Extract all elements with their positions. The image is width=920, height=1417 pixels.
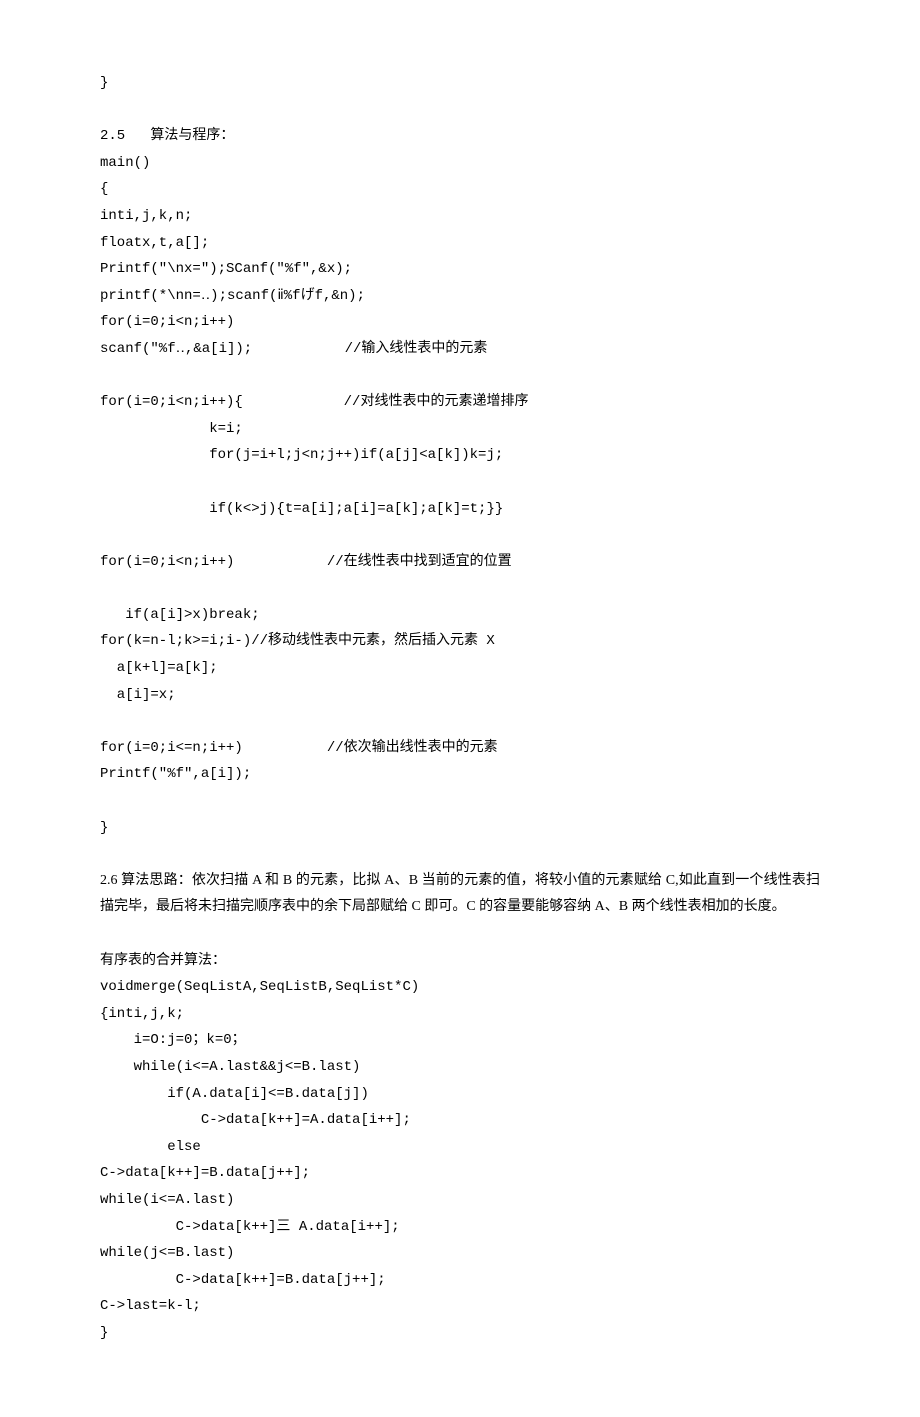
code-line: scanf("%f‥,&a[i]); //输入线性表中的元素 [100, 336, 820, 363]
code-line: while(j<=B.last) [100, 1240, 820, 1267]
code-line: for(i=0;i<n;i++) [100, 309, 820, 336]
code-line: else [100, 1134, 820, 1161]
code-line: for(j=i+l;j<n;j++)if(a[j]<a[k])k=j; [100, 442, 820, 469]
code-line: C->data[k++]三 A.data[i++]; [100, 1214, 820, 1241]
code-line: floatx,t,a[]; [100, 230, 820, 257]
code-line: C->last=k-l; [100, 1293, 820, 1320]
code-line: 2.5 算法与程序： [100, 123, 820, 150]
code-line: Printf("%f",a[i]); [100, 761, 820, 788]
code-line: if(a[i]>x)break; [100, 602, 820, 629]
code-line: while(i<=A.last&&j<=B.last) [100, 1054, 820, 1081]
code-line: while(i<=A.last) [100, 1187, 820, 1214]
blank-line [100, 522, 820, 549]
code-line: } [100, 1320, 820, 1347]
section-2-6-paragraph: 2.6 算法思路：依次扫描 A 和 B 的元素，比拟 A、B 当前的元素的值，将… [100, 868, 820, 921]
blank-line [100, 97, 820, 124]
code-line: for(i=0;i<n;i++){ //对线性表中的元素递增排序 [100, 389, 820, 416]
blank-line [100, 921, 820, 948]
code-line: main() [100, 150, 820, 177]
blank-line [100, 788, 820, 815]
section-2-6-heading: 2.6 算法思路： [100, 873, 192, 888]
code-line: C->data[k++]=B.data[j++]; [100, 1267, 820, 1294]
code-line: Printf("\nx=");SCanf("%f",&x); [100, 256, 820, 283]
blank-line [100, 708, 820, 735]
blank-line [100, 841, 820, 868]
code-line: printf(*\nn=‥);scanf(ⅱ%fげf,&n); [100, 283, 820, 310]
code-line: k=i; [100, 416, 820, 443]
code-line: a[i]=x; [100, 682, 820, 709]
blank-line [100, 469, 820, 496]
code-line: {inti,j,k; [100, 1001, 820, 1028]
code-line: 有序表的合并算法： [100, 948, 820, 975]
code-line: { [100, 176, 820, 203]
code-line: } [100, 70, 820, 97]
code-line: for(i=0;i<=n;i++) //依次输出线性表中的元素 [100, 735, 820, 762]
code-line: C->data[k++]=A.data[i++]; [100, 1107, 820, 1134]
code-line: C->data[k++]=B.data[j++]; [100, 1160, 820, 1187]
section-2-6-text: 依次扫描 A 和 B 的元素，比拟 A、B 当前的元素的值，将较小值的元素赋给 … [100, 873, 820, 915]
code-line: inti,j,k,n; [100, 203, 820, 230]
code-line: if(k<>j){t=a[i];a[i]=a[k];a[k]=t;}} [100, 496, 820, 523]
code-line: voidmerge(SeqListA,SeqListB,SeqList*C) [100, 974, 820, 1001]
code-line: i=O:j=0；k=0； [100, 1027, 820, 1054]
code-line: } [100, 815, 820, 842]
blank-line [100, 363, 820, 390]
code-line: for(i=0;i<n;i++) //在线性表中找到适宜的位置 [100, 549, 820, 576]
code-line: if(A.data[i]<=B.data[j]) [100, 1081, 820, 1108]
blank-line [100, 575, 820, 602]
code-line: a[k+l]=a[k]; [100, 655, 820, 682]
code-line: for(k=n-l;k>=i;i-)//移动线性表中元素，然后插入元素 X [100, 628, 820, 655]
